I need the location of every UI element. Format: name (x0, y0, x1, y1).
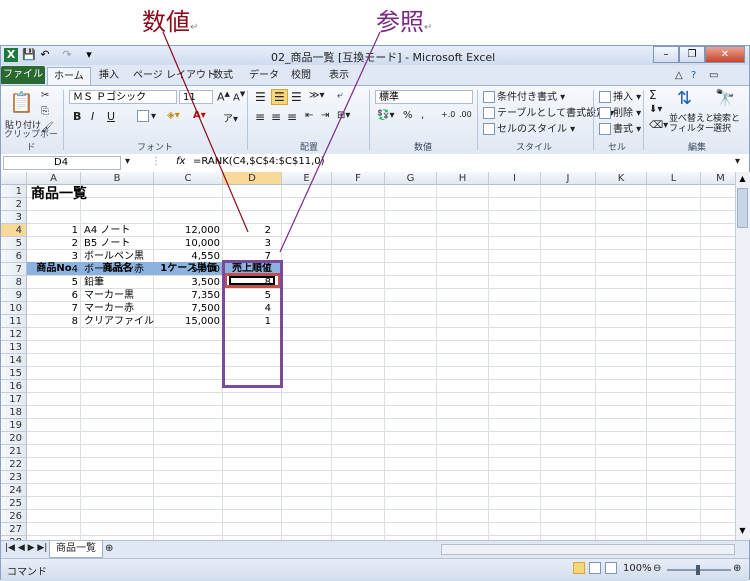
ref-callout-line (279, 31, 381, 253)
value-callout-line (162, 31, 249, 233)
callout-lines (162, 31, 381, 253)
